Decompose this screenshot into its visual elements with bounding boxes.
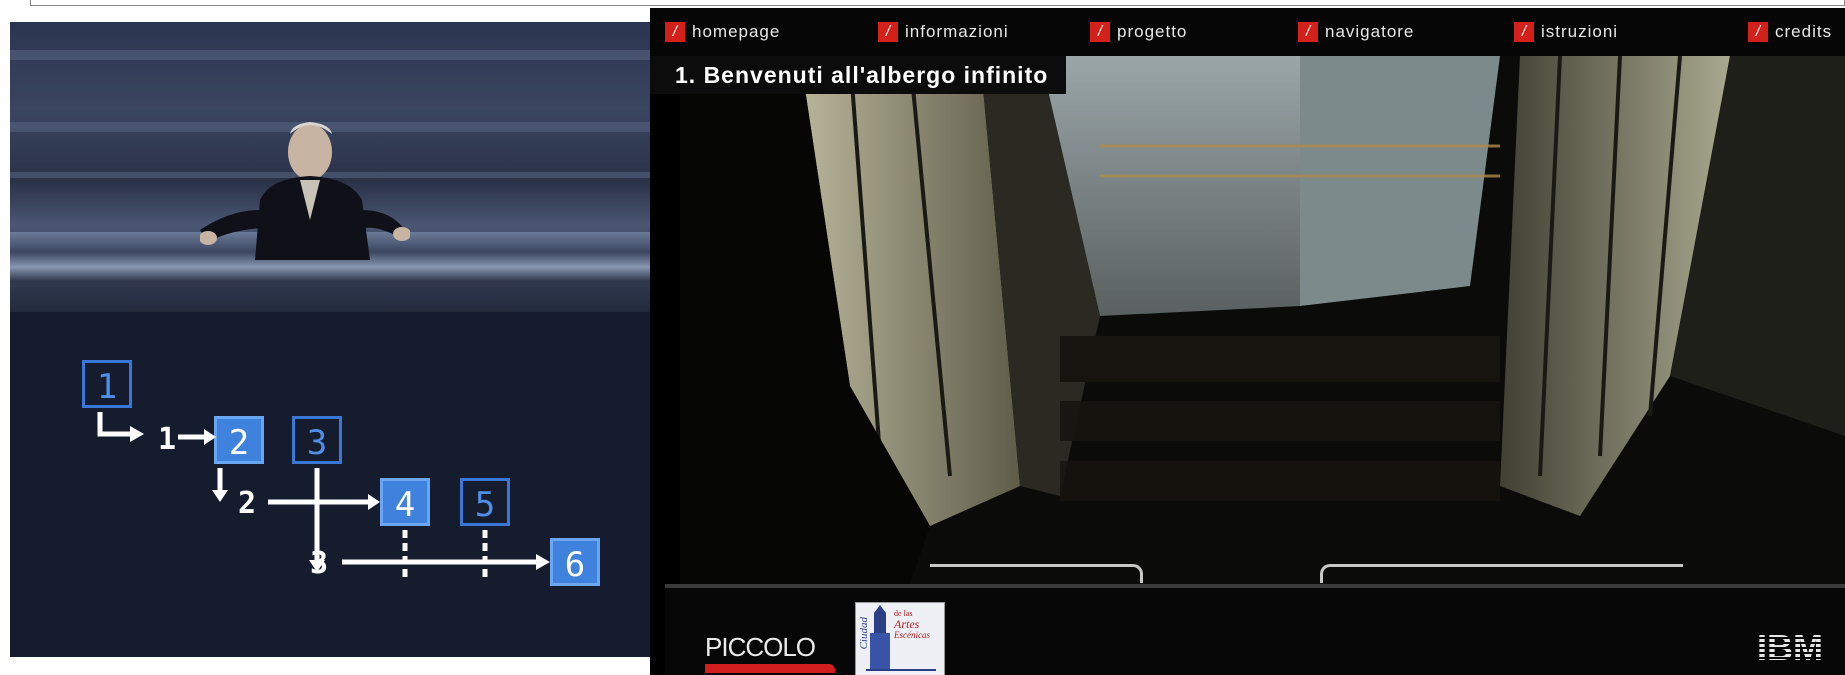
diagram-arrows [97,412,550,580]
slash-icon: / [878,22,898,42]
ciudad-logo[interactable]: Ciudad de las Artes Escénicas [855,602,945,675]
man-figure [200,122,410,260]
navigation-diagram: 1 2 3 4 5 6 1 2 3 [70,340,630,640]
piccolo-logo[interactable]: PICCOLO [705,632,835,673]
piccolo-logo-text: PICCOLO [705,632,816,662]
nav-item-label: navigatore [1325,22,1415,41]
nav-item-label: credits [1775,22,1833,41]
ibm-stripes: IBM [1755,627,1825,668]
footer-bar: PICCOLO Ciudad de las Artes Escénicas IB… [665,584,1845,675]
nav-item-label: homepage [692,22,781,41]
nav-item-homepage[interactable]: / homepage [665,20,780,44]
stairwell-scene [680,56,1845,584]
top-frame [30,0,1845,6]
nav-item-label: informazioni [905,22,1009,41]
slash-icon: / [1298,22,1318,42]
ciudad-vertical-text: Ciudad [858,617,870,650]
slash-icon: / [1748,22,1768,42]
piccolo-logo-underline [705,664,835,673]
slash-icon: / [1090,22,1110,42]
left-control-handle[interactable] [930,564,1143,583]
nav-item-credits[interactable]: / credits [1748,20,1832,44]
top-navigation: / homepage / informazioni / progetto / n… [650,8,1845,56]
ciudad-text-line3: Escénicas [894,630,930,640]
slash-icon: / [1514,22,1534,42]
nav-item-progetto[interactable]: / progetto [1090,20,1187,44]
chapter-title-bar: 1. Benvenuti all'albergo infinito [650,56,1067,94]
wall-stripe [10,50,650,60]
video-frame[interactable] [680,56,1845,584]
photo-panel: 1 2 3 4 5 6 1 2 3 [10,22,650,657]
nav-item-label: progetto [1117,22,1188,41]
nav-item-istruzioni[interactable]: / istruzioni [1514,20,1618,44]
ibm-logo[interactable]: IBM [1755,626,1825,668]
nav-item-informazioni[interactable]: / informazioni [878,20,1009,44]
chapter-title: 1. Benvenuti all'albergo infinito [675,61,1049,88]
slash-icon: / [665,22,685,42]
nav-item-label: istruzioni [1541,22,1619,41]
right-control-handle[interactable] [1320,564,1683,583]
nav-item-navigatore[interactable]: / navigatore [1298,20,1414,44]
video-player: / homepage / informazioni / progetto / n… [650,8,1845,675]
diagram-arrow [97,412,130,437]
